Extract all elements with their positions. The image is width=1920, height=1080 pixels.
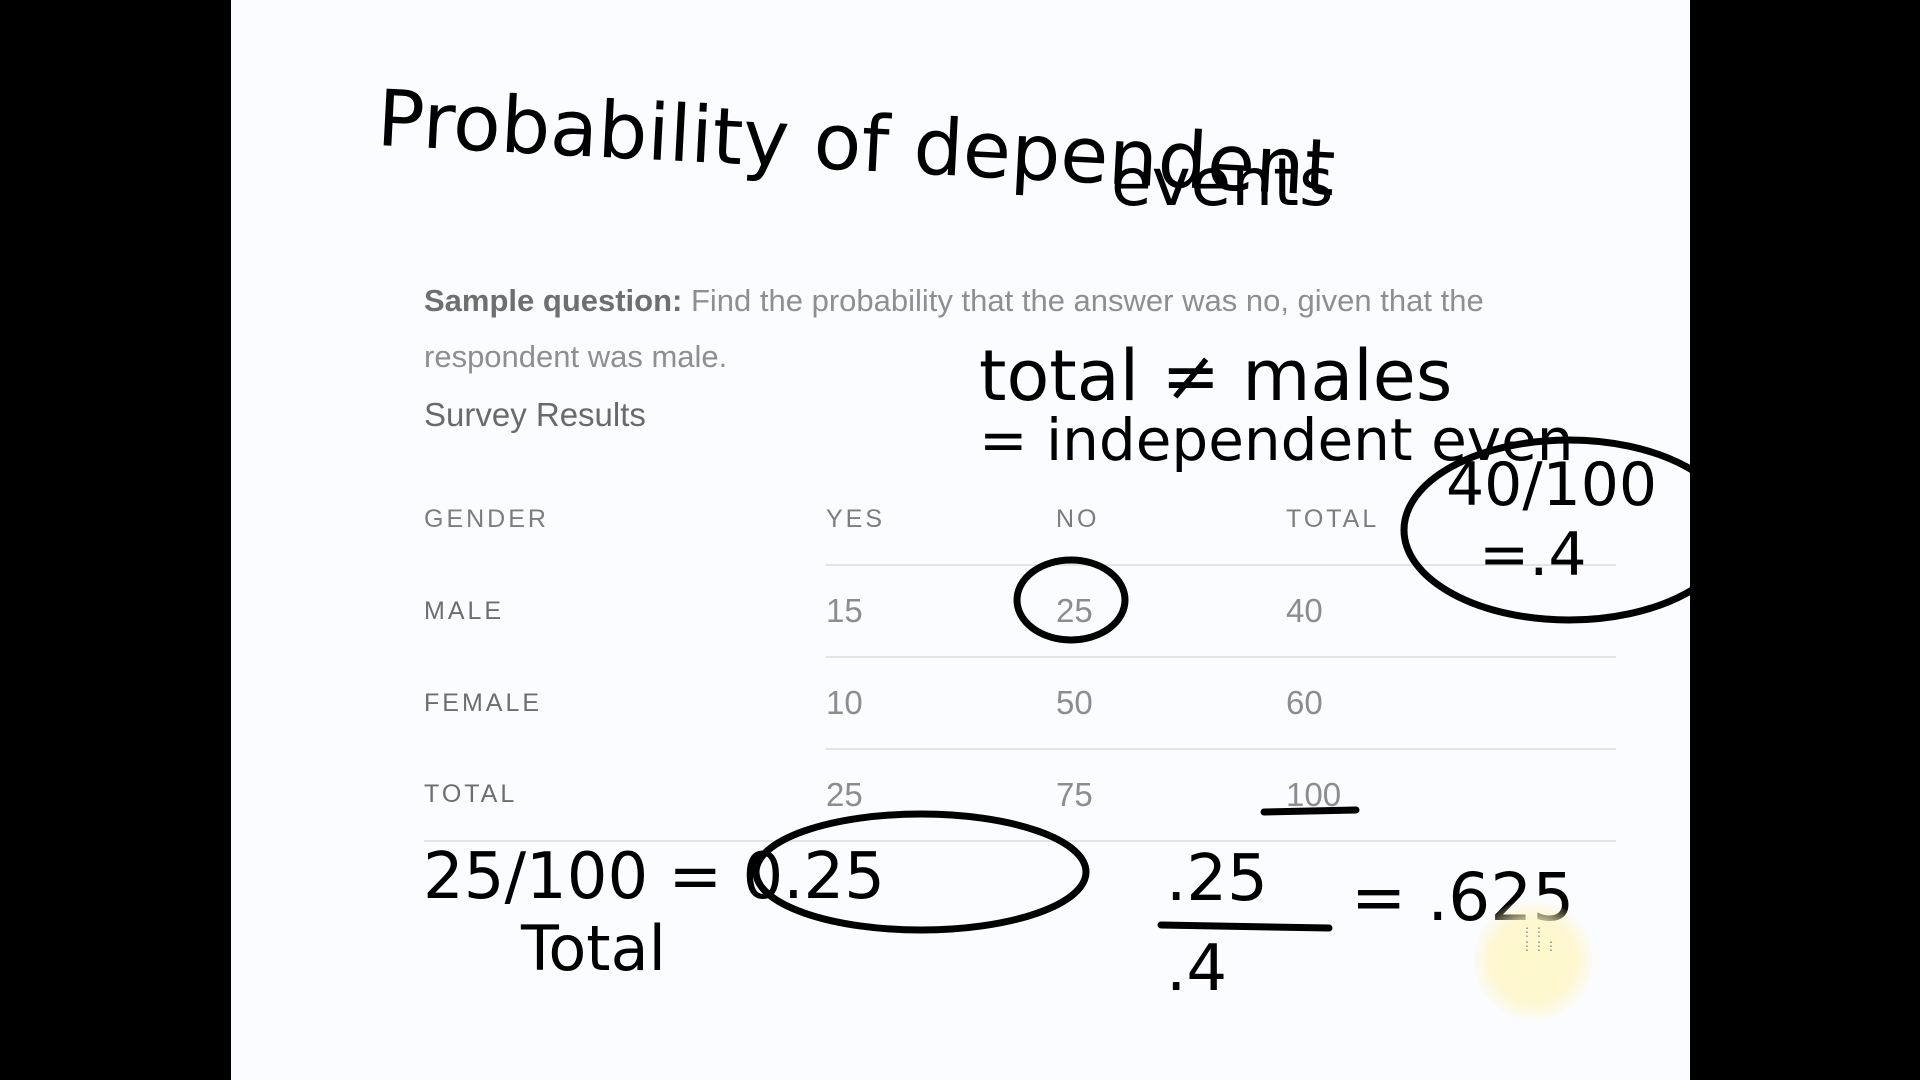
sample-question: Sample question: Find the probability th… [424,273,1574,385]
table-row: MALE 15 25 40 [424,564,1616,657]
header-no: NO [1056,504,1100,533]
question-label: Sample question: [424,283,683,318]
cell-female-total: 60 [1286,656,1616,749]
row-label-female: FEMALE [424,688,543,717]
handwritten-title-line1: Probability of dependent [375,74,1337,214]
handwritten-title-line2: events [1111,144,1333,221]
handwritten-bottom-calc: 25/100 = 0.25 [423,840,885,914]
survey-title: Survey Results [424,396,646,433]
cell-male-no: 25 [1056,564,1286,657]
cell-total-total: 100 [1286,748,1616,842]
header-total: TOTAL [1286,504,1380,533]
video-frame: Sample question: Find the probability th… [0,0,1920,1080]
cell-male-total: 40 [1286,564,1616,657]
cell-female-yes: 10 [826,656,1056,749]
question-block: Sample question: Find the probability th… [424,273,1574,443]
handwritten-fraction-numerator: .25 [1166,842,1268,916]
header-yes: YES [826,504,886,533]
cell-total-no: 75 [1056,748,1286,842]
cell-male-yes: 15 [826,564,1056,657]
table-header-row: GENDER YES NO TOTAL [424,474,1616,565]
row-label-male: MALE [424,596,505,625]
cursor-highlight [1473,900,1593,1020]
table-row: FEMALE 10 50 60 [424,656,1616,749]
cell-female-no: 50 [1056,656,1286,749]
cursor-icon: ⋮⋮ ⋮⋮⋮ [1521,925,1557,953]
cell-total-yes: 25 [826,748,1056,842]
whiteboard-slide: Sample question: Find the probability th… [231,0,1690,1080]
handwritten-fraction-bar [1157,921,1333,932]
survey-table: GENDER YES NO TOTAL MALE 15 25 40 FEMALE… [424,474,1616,842]
header-gender: GENDER [424,505,549,533]
row-label-total: TOTAL [424,749,826,842]
handwritten-bottom-label: Total [520,912,666,985]
table-row: TOTAL 25 75 100 [424,748,1616,842]
handwritten-fraction-denominator: .4 [1166,932,1227,1006]
